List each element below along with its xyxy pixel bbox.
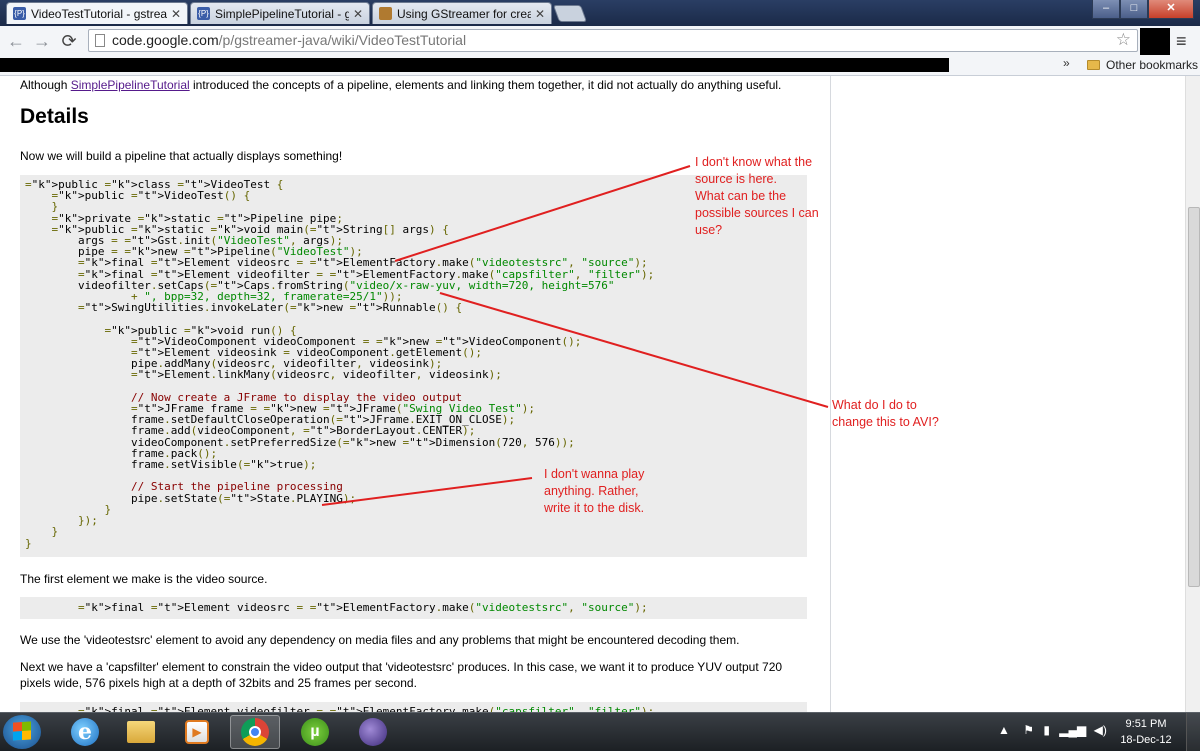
minimize-button[interactable]: – [1092, 0, 1120, 19]
intro-paragraph: Although SimplePipelineTutorial introduc… [20, 78, 782, 92]
scrollbar-thumb[interactable] [1188, 207, 1200, 587]
code-block-main: ="k">public ="k">class ="t">VideoTest { … [20, 175, 807, 557]
forward-arrow-icon[interactable]: → [31, 30, 53, 52]
clock-time: 9:51 PM [1125, 718, 1167, 730]
tab-strip: {P} VideoTestTutorial - gstrea ✕ {P} Sim… [0, 0, 1200, 26]
system-tray: ▲ ⚑ ▮ ▂▄▆ ◀) [998, 723, 1107, 737]
annotation-avi-question: What do I do to change this to AVI? [832, 398, 939, 429]
action-center-flag-icon[interactable]: ⚑ [1023, 723, 1034, 737]
google-code-favicon-icon: {P} [13, 7, 26, 20]
page-scrollbar[interactable] [1185, 76, 1200, 712]
close-window-button[interactable]: ✕ [1148, 0, 1194, 19]
other-bookmarks-button[interactable]: Other bookmarks [1106, 58, 1198, 72]
folder-icon [1087, 60, 1100, 70]
taskbar-file-explorer[interactable] [116, 715, 166, 749]
address-bar[interactable]: code.google.com/p/gstreamer-java/wiki/Vi… [88, 29, 1138, 52]
annotation-source-question: I don't know what the source is here. What… [695, 155, 819, 237]
start-button[interactable] [3, 715, 41, 749]
new-tab-button[interactable] [552, 5, 588, 22]
redacted-extension-area [1140, 28, 1170, 55]
clock-date: 18-Dec-12 [1120, 734, 1172, 746]
redacted-bookmarks [0, 58, 949, 72]
taskbar-utorrent[interactable]: µ [290, 715, 340, 749]
chrome-icon [241, 718, 269, 746]
code-snippet-videosrc: ="k">final ="t">Element videosrc = ="t">… [20, 597, 807, 619]
google-code-favicon-icon: {P} [197, 7, 210, 20]
paragraph-first-element: The first element we make is the video s… [20, 572, 268, 586]
bookmarks-overflow-button[interactable]: » [1063, 56, 1070, 70]
details-heading: Details [20, 105, 89, 128]
annotation-write-to-disk: I don't wanna play anything. Rather, write… [544, 467, 645, 515]
wiki-sidebar [830, 76, 1185, 712]
back-arrow-icon[interactable]: ← [5, 30, 27, 52]
show-desktop-button[interactable] [1186, 713, 1200, 751]
network-icon[interactable]: ▮ [1043, 723, 1050, 737]
simplepipelinetutorial-link[interactable]: SimplePipelineTutorial [71, 78, 190, 92]
taskbar-chrome[interactable] [230, 715, 280, 749]
tab-title: Using GStreamer for creat [397, 6, 531, 21]
browser-toolbar: ← → ⟳ code.google.com/p/gstreamer-java/w… [0, 26, 1200, 57]
paragraph-capsfilter-line2: pixels wide, 576 pixels high at a depth … [20, 676, 417, 690]
system-clock[interactable]: 9:51 PM 18-Dec-12 [1116, 716, 1176, 748]
paragraph-videotestsrc: We use the 'videotestsrc' element to avo… [20, 633, 740, 647]
code-snippet-videofilter: ="k">final ="t">Element videofilter = ="… [20, 702, 807, 712]
url-text[interactable]: code.google.com/p/gstreamer-java/wiki/Vi… [112, 32, 466, 48]
bookmark-star-icon[interactable]: ☆ [1116, 30, 1131, 50]
taskbar-eclipse[interactable] [348, 715, 398, 749]
reload-icon[interactable]: ⟳ [58, 30, 80, 52]
eclipse-icon [359, 718, 387, 746]
signal-icon[interactable]: ▂▄▆ [1059, 723, 1086, 737]
media-player-icon: ▶ [185, 720, 209, 744]
taskbar-media-player[interactable]: ▶ [172, 715, 222, 749]
taskbar-internet-explorer[interactable]: e [60, 715, 110, 749]
volume-icon[interactable]: ◀) [1094, 723, 1107, 737]
page-content: Although SimplePipelineTutorial introduc… [0, 76, 1185, 712]
maximize-button[interactable]: □ [1120, 0, 1148, 19]
tab-simplepipelinetutorial[interactable]: {P} SimplePipelineTutorial - g ✕ [190, 2, 370, 24]
bookmarks-bar: » Other bookmarks [0, 56, 1200, 76]
tab-close-icon[interactable]: ✕ [535, 7, 545, 21]
internet-explorer-icon: e [71, 718, 99, 746]
paragraph-capsfilter-line1: Next we have a 'capsfilter' element to c… [20, 660, 783, 674]
windows-taskbar: e ▶ µ ▲ ⚑ ▮ ▂▄▆ ◀) 9:51 PM 18-Dec-12 [0, 712, 1200, 751]
show-hidden-icons-icon[interactable]: ▲ [998, 723, 1010, 737]
window-controls: – □ ✕ [1092, 0, 1194, 19]
tab-close-icon[interactable]: ✕ [353, 7, 363, 21]
tab-using-gstreamer[interactable]: Using GStreamer for creat ✕ [372, 2, 552, 24]
lead-paragraph: Now we will build a pipeline that actual… [20, 149, 343, 163]
file-explorer-icon [127, 721, 155, 743]
page-icon [95, 34, 105, 47]
menu-icon[interactable]: ≡ [1176, 30, 1190, 52]
tab-title: SimplePipelineTutorial - g [215, 6, 349, 21]
utorrent-icon: µ [301, 718, 329, 746]
code-line: ="k">final ="t">Element videosrc = ="t">… [77, 601, 648, 614]
windows-logo-icon [13, 721, 31, 741]
tab-title: VideoTestTutorial - gstrea [31, 6, 167, 21]
tab-videotesttutorial[interactable]: {P} VideoTestTutorial - gstrea ✕ [6, 2, 188, 24]
tab-close-icon[interactable]: ✕ [171, 7, 181, 21]
page-favicon-icon [379, 7, 392, 20]
